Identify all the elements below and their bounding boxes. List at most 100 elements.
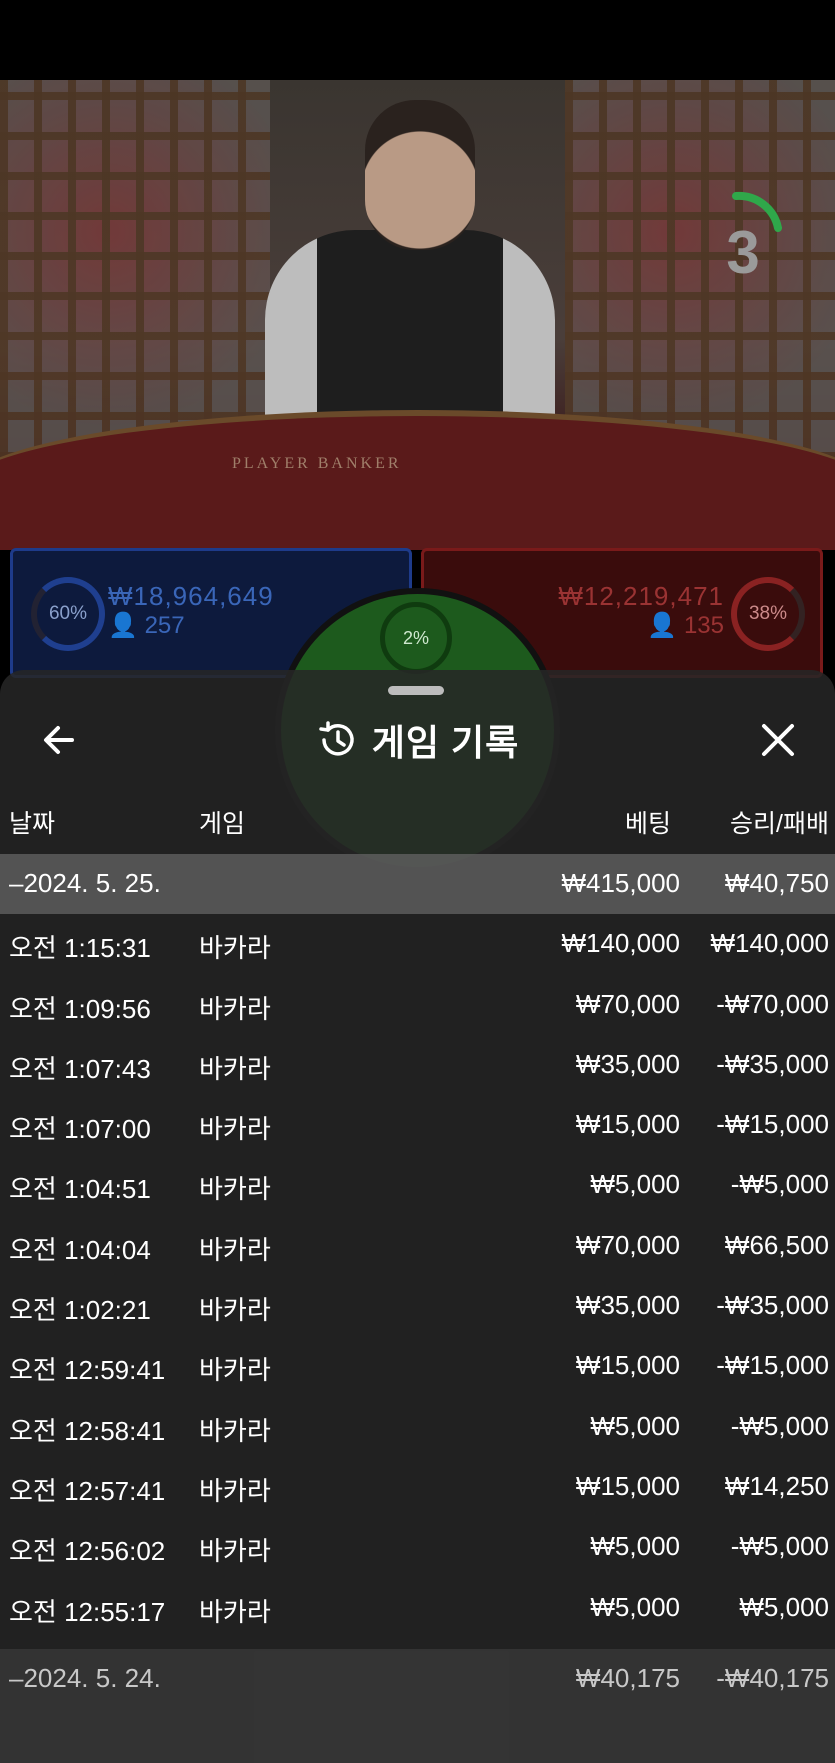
history-row[interactable]: 오전 1:09:56 바카라 ₩70,000 -₩70,000 xyxy=(0,975,835,1035)
row-time: 오전 1:02:21 xyxy=(9,1295,151,1326)
row-bet: ₩70,000 xyxy=(575,1229,680,1260)
row-result: ₩66,500 xyxy=(724,1229,829,1260)
row-bet: ₩5,000 xyxy=(590,1591,680,1622)
group-bet-total: ₩415,000 xyxy=(561,868,680,898)
group-result-total: ₩40,750 xyxy=(724,868,829,898)
drag-handle[interactable] xyxy=(388,686,444,695)
row-game: 바카라 xyxy=(199,1415,271,1446)
row-time: 오전 12:55:17 xyxy=(9,1596,166,1627)
history-row[interactable]: 오전 1:02:21 바카라 ₩35,000 -₩35,000 xyxy=(0,1276,835,1336)
row-bet: ₩15,000 xyxy=(575,1350,680,1381)
group-date: –2024. 5. 25. xyxy=(9,868,161,898)
row-bet: ₩5,000 xyxy=(590,1410,680,1441)
row-game: 바카라 xyxy=(199,1536,271,1567)
history-row[interactable]: 오전 1:07:43 바카라 ₩35,000 -₩35,000 xyxy=(0,1035,835,1095)
row-time: 오전 1:04:51 xyxy=(9,1174,151,1205)
row-bet: ₩15,000 xyxy=(575,1470,680,1501)
tie-percent: 2% xyxy=(380,602,452,674)
history-row[interactable]: 오전 12:59:41 바카라 ₩15,000 -₩15,000 xyxy=(0,1336,835,1396)
close-button[interactable] xyxy=(756,718,800,762)
history-row[interactable]: 오전 1:07:00 바카라 ₩15,000 -₩15,000 xyxy=(0,1095,835,1155)
row-result: -₩15,000 xyxy=(716,1109,829,1140)
row-result: -₩5,000 xyxy=(730,1410,829,1441)
row-bet: ₩140,000 xyxy=(561,928,680,959)
row-game: 바카라 xyxy=(199,933,271,964)
date-group-row[interactable]: –2024. 5. 25. ₩415,000 ₩40,750 xyxy=(0,854,835,915)
timer-count: 3 xyxy=(726,219,760,286)
decor-screen-left xyxy=(0,80,270,460)
history-row[interactable]: 오전 12:58:41 바카라 ₩5,000 -₩5,000 xyxy=(0,1397,835,1457)
column-date: 날짜 xyxy=(9,810,56,838)
sheet-header: 게임 기록 xyxy=(0,710,835,770)
row-result: ₩140,000 xyxy=(710,928,829,959)
row-bet: ₩15,000 xyxy=(575,1109,680,1140)
history-row[interactable]: 오전 12:55:17 바카라 ₩5,000 ₩5,000 xyxy=(0,1578,835,1638)
history-row[interactable]: 오전 12:56:02 바카라 ₩5,000 -₩5,000 xyxy=(0,1517,835,1577)
row-game: 바카라 xyxy=(199,1053,271,1084)
baccarat-table xyxy=(0,410,835,550)
row-game: 바카라 xyxy=(199,1234,271,1265)
banker-amount: ₩12,219,471 xyxy=(558,581,724,611)
history-list: –2024. 5. 25. ₩415,000 ₩40,750 오전 1:15:3… xyxy=(0,854,835,1638)
sheet-title-wrap: 게임 기록 xyxy=(0,710,835,770)
user-icon: 👤 xyxy=(647,612,678,639)
date-group-row[interactable]: –2024. 5. 24. ₩40,175 -₩40,175 xyxy=(0,1649,835,1709)
row-time: 오전 1:15:31 xyxy=(9,933,151,964)
row-result: -₩35,000 xyxy=(716,1048,829,1079)
banker-count-value: 135 xyxy=(683,612,724,639)
table-label: PLAYER BANKER xyxy=(232,455,402,472)
row-time: 오전 1:07:43 xyxy=(9,1053,151,1084)
column-bet: 베팅 xyxy=(624,810,671,838)
row-time: 오전 1:07:00 xyxy=(9,1114,151,1145)
row-game: 바카라 xyxy=(199,1114,271,1145)
row-time: 오전 1:04:04 xyxy=(9,1234,151,1265)
row-result: -₩15,000 xyxy=(716,1350,829,1381)
group-date: –2024. 5. 24. xyxy=(9,1663,161,1693)
column-game: 게임 xyxy=(199,810,246,838)
row-time: 오전 12:57:41 xyxy=(9,1475,166,1506)
player-count-value: 257 xyxy=(144,612,185,639)
row-bet: ₩70,000 xyxy=(575,988,680,1019)
banker-percent: 38% xyxy=(731,577,805,651)
user-icon: 👤 xyxy=(108,612,138,639)
game-history-sheet: 게임 기록 날짜 게임 베팅 승리/패배 –2024. 5. 25. ₩415,… xyxy=(0,670,835,1763)
banker-count: 👤 135 xyxy=(647,611,724,640)
history-row[interactable]: 오전 1:04:04 바카라 ₩70,000 ₩66,500 xyxy=(0,1216,835,1276)
row-result: -₩5,000 xyxy=(730,1169,829,1200)
row-result: -₩5,000 xyxy=(730,1531,829,1562)
column-header: 날짜 게임 베팅 승리/패배 xyxy=(0,804,835,844)
player-percent: 60% xyxy=(31,577,105,651)
group-result-total: -₩40,175 xyxy=(716,1663,829,1693)
status-bar xyxy=(0,0,835,80)
group-bet-total: ₩40,175 xyxy=(575,1663,680,1693)
row-bet: ₩35,000 xyxy=(575,1290,680,1321)
countdown-timer: 3 xyxy=(708,188,788,286)
player-count: 👤 257 xyxy=(108,611,185,640)
column-result: 승리/패배 xyxy=(730,810,829,838)
history-icon xyxy=(319,721,354,756)
history-row[interactable]: 오전 1:15:31 바카라 ₩140,000 ₩140,000 xyxy=(0,914,835,974)
date-group-row-collapsed[interactable]: –2024. 5. 24. ₩40,175 -₩40,175 xyxy=(0,1649,835,1763)
close-icon xyxy=(762,724,794,756)
history-row[interactable]: 오전 12:57:41 바카라 ₩15,000 ₩14,250 xyxy=(0,1457,835,1517)
row-time: 오전 12:56:02 xyxy=(9,1536,166,1567)
row-game: 바카라 xyxy=(199,1174,271,1205)
player-amount: ₩18,964,649 xyxy=(108,581,274,611)
row-result: -₩35,000 xyxy=(716,1290,829,1321)
history-row[interactable]: 오전 1:04:51 바카라 ₩5,000 -₩5,000 xyxy=(0,1155,835,1215)
row-time: 오전 1:09:56 xyxy=(9,993,151,1024)
row-bet: ₩5,000 xyxy=(590,1531,680,1562)
row-result: ₩14,250 xyxy=(724,1470,829,1501)
row-game: 바카라 xyxy=(199,993,271,1024)
dealer-head xyxy=(365,100,475,250)
live-video: PLAYER BANKER 3 xyxy=(0,80,835,550)
row-game: 바카라 xyxy=(199,1295,271,1326)
sheet-title: 게임 기록 xyxy=(371,722,520,763)
row-game: 바카라 xyxy=(199,1355,271,1386)
row-game: 바카라 xyxy=(199,1596,271,1627)
row-result: ₩5,000 xyxy=(739,1591,829,1622)
row-time: 오전 12:59:41 xyxy=(9,1355,166,1386)
row-game: 바카라 xyxy=(199,1475,271,1506)
decor-screen-right xyxy=(565,80,835,460)
row-time: 오전 12:58:41 xyxy=(9,1415,166,1446)
